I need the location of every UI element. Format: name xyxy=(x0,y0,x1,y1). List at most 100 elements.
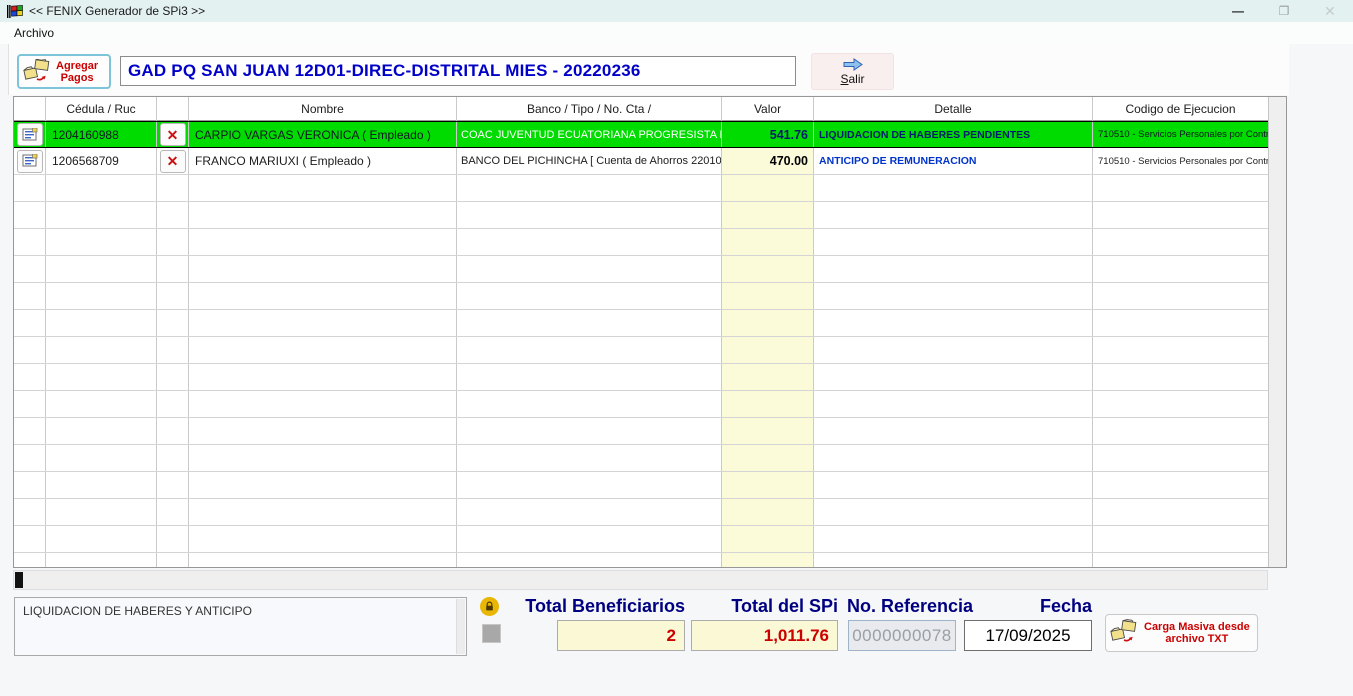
empty-cell xyxy=(46,364,157,390)
empty-cell xyxy=(157,364,189,390)
empty-table-row[interactable] xyxy=(14,337,1269,364)
comment-scrollbar[interactable] xyxy=(456,599,465,654)
grid-horizontal-scrollbar[interactable] xyxy=(13,570,1268,590)
empty-cell xyxy=(814,202,1093,228)
edit-record-button[interactable] xyxy=(17,123,43,146)
empty-cell xyxy=(722,310,814,336)
edit-record-button[interactable] xyxy=(17,150,43,173)
empty-table-row[interactable] xyxy=(14,202,1269,229)
column-header-codigo: Codigo de Ejecucion xyxy=(1093,97,1269,121)
column-header-nombre: Nombre xyxy=(189,97,457,121)
empty-cell xyxy=(457,337,722,363)
cell-banco: BANCO DEL PICHINCHA [ Cuenta de Ahorros … xyxy=(457,148,722,174)
empty-cell xyxy=(46,472,157,498)
close-button[interactable]: ✕ xyxy=(1307,0,1353,22)
menu-item-archivo[interactable]: Archivo xyxy=(10,25,58,41)
cell-detalle: ANTICIPO DE REMUNERACION xyxy=(814,148,1093,174)
empty-cell xyxy=(1093,445,1269,471)
cell-codigo: 710510 - Servicios Personales por Contra… xyxy=(1093,122,1269,147)
entity-title-input[interactable]: GAD PQ SAN JUAN 12D01-DIREC-DISTRITAL MI… xyxy=(120,56,796,86)
empty-cell xyxy=(457,229,722,255)
delete-row-button[interactable]: ✕ xyxy=(160,150,186,173)
salir-label: Salir xyxy=(840,72,864,86)
grid-vertical-scrollbar[interactable] xyxy=(1268,97,1286,567)
empty-table-row[interactable] xyxy=(14,364,1269,391)
empty-cell xyxy=(14,202,46,228)
empty-cell xyxy=(1093,256,1269,282)
empty-cell xyxy=(722,499,814,525)
empty-cell xyxy=(46,283,157,309)
empty-table-row[interactable] xyxy=(14,391,1269,418)
empty-cell xyxy=(189,283,457,309)
empty-cell xyxy=(157,472,189,498)
empty-table-row[interactable] xyxy=(14,310,1269,337)
empty-cell xyxy=(157,175,189,201)
empty-table-row[interactable] xyxy=(14,526,1269,553)
gray-square-button[interactable] xyxy=(482,624,501,643)
empty-table-row[interactable] xyxy=(14,418,1269,445)
fecha-field[interactable]: 17/09/2025 xyxy=(964,620,1092,651)
empty-table-row[interactable] xyxy=(14,472,1269,499)
empty-cell xyxy=(189,553,457,567)
empty-cell xyxy=(722,472,814,498)
empty-cell xyxy=(46,445,157,471)
fecha-value: 17/09/2025 xyxy=(985,626,1070,646)
empty-cell xyxy=(46,526,157,552)
empty-cell xyxy=(46,553,157,567)
restore-button[interactable]: ❐ xyxy=(1261,0,1307,22)
empty-cell xyxy=(157,310,189,336)
empty-cell xyxy=(814,526,1093,552)
empty-table-row[interactable] xyxy=(14,499,1269,526)
empty-cell xyxy=(14,310,46,336)
empty-cell xyxy=(457,202,722,228)
column-header-cedula: Cédula / Ruc xyxy=(46,97,157,121)
empty-cell xyxy=(46,337,157,363)
table-row[interactable]: 1204160988 ✕ CARPIO VARGAS VERONICA ( Em… xyxy=(14,121,1269,148)
empty-cell xyxy=(722,526,814,552)
cell-banco: COAC JUVENTUD ECUATORIANA PROGRESISTA LT… xyxy=(457,122,722,147)
empty-cell xyxy=(1093,472,1269,498)
empty-cell xyxy=(722,229,814,255)
delete-row-button[interactable]: ✕ xyxy=(160,123,186,146)
agregar-pagos-button[interactable]: Agregar Pagos xyxy=(17,54,111,89)
no-referencia-value: 0000000078 xyxy=(852,626,952,646)
empty-cell xyxy=(457,364,722,390)
empty-cell xyxy=(457,256,722,282)
empty-table-row[interactable] xyxy=(14,229,1269,256)
total-spi-label: Total del SPi xyxy=(700,596,838,617)
empty-cell xyxy=(14,337,46,363)
minimize-button[interactable]: — xyxy=(1215,0,1261,22)
empty-table-row[interactable] xyxy=(14,445,1269,472)
empty-table-row[interactable] xyxy=(14,175,1269,202)
empty-table-row[interactable] xyxy=(14,553,1269,567)
empty-cell xyxy=(189,310,457,336)
edit-record-icon xyxy=(22,154,38,168)
empty-cell xyxy=(1093,526,1269,552)
table-row[interactable]: 1206568709 ✕ FRANCO MARIUXI ( Empleado )… xyxy=(14,148,1269,175)
empty-cell xyxy=(14,283,46,309)
exit-arrow-icon xyxy=(842,58,864,71)
column-header-icon xyxy=(14,97,46,121)
empty-table-row[interactable] xyxy=(14,283,1269,310)
window-title: << FENIX Generador de SPi3 >> xyxy=(29,4,205,18)
empty-cell xyxy=(722,175,814,201)
carga-masiva-button[interactable]: Carga Masiva desde archivo TXT xyxy=(1105,614,1258,652)
salir-button[interactable]: Salir xyxy=(811,53,894,90)
empty-cell xyxy=(814,472,1093,498)
cell-valor: 470.00 xyxy=(722,148,814,174)
empty-cell xyxy=(14,229,46,255)
empty-cell xyxy=(46,391,157,417)
empty-cell xyxy=(189,499,457,525)
empty-cell xyxy=(14,445,46,471)
payments-grid: Cédula / RucNombreBanco / Tipo / No. Cta… xyxy=(13,96,1287,568)
empty-cell xyxy=(157,391,189,417)
lock-icon[interactable] xyxy=(480,597,499,616)
empty-cell xyxy=(457,472,722,498)
empty-cell xyxy=(457,445,722,471)
horizontal-scroll-thumb[interactable] xyxy=(15,572,23,588)
comment-textarea[interactable]: LIQUIDACION DE HABERES Y ANTICIPO xyxy=(14,597,467,656)
empty-table-row[interactable] xyxy=(14,256,1269,283)
toolbar-panel: Agregar Pagos GAD PQ SAN JUAN 12D01-DIRE… xyxy=(8,44,1289,95)
empty-cell xyxy=(157,499,189,525)
empty-cell xyxy=(722,445,814,471)
